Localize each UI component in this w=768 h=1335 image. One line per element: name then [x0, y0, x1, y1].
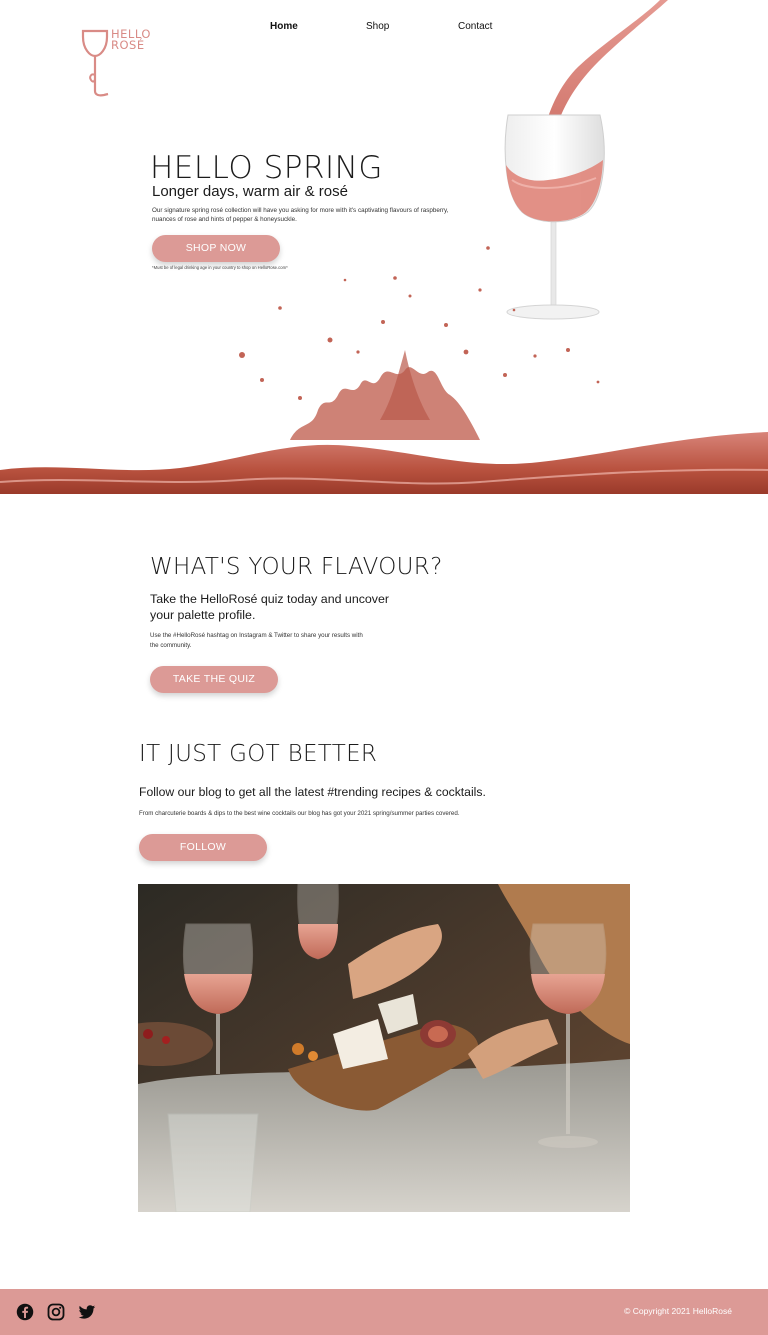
blog-subtitle: Follow our blog to get all the latest #t… — [139, 785, 486, 799]
nav-contact-link[interactable]: Contact — [458, 21, 492, 32]
quiz-subtitle: Take the HelloRosé quiz today and uncove… — [150, 592, 390, 622]
instagram-icon[interactable] — [47, 1303, 65, 1321]
hero-subtitle: Longer days, warm air & rosé — [152, 183, 348, 200]
twitter-icon[interactable] — [78, 1303, 96, 1321]
shop-now-button[interactable]: SHOP NOW — [152, 235, 280, 262]
quiz-description: Use the #HelloRosé hashtag on Instagram … — [150, 632, 363, 649]
blog-title: IT JUST GOT BETTER — [139, 741, 378, 767]
nav-shop-link[interactable]: Shop — [366, 21, 389, 32]
quiz-title: WHAT'S YOUR FLAVOUR? — [150, 554, 443, 580]
follow-button[interactable]: FOLLOW — [139, 834, 267, 861]
footer: © Copyright 2021 HelloRosé — [0, 1289, 768, 1335]
hero-description: Our signature spring rosé collection wil… — [152, 207, 449, 223]
wine-charcuterie-photo — [138, 884, 630, 1212]
facebook-icon[interactable] — [16, 1303, 34, 1321]
nav-home-link[interactable]: Home — [270, 21, 298, 32]
hellorose-logo[interactable]: HELLO ROSÉ — [78, 26, 160, 98]
wine-glass-logo-icon — [81, 29, 109, 97]
copyright-text: © Copyright 2021 HelloRosé — [624, 1306, 732, 1316]
logo-text-rose: ROSÉ — [111, 38, 145, 52]
age-disclaimer: *Must be of legal drinking age in your c… — [152, 265, 288, 270]
hero-title: HELLO SPRING — [150, 150, 383, 186]
take-quiz-button[interactable]: TAKE THE QUIZ — [150, 666, 278, 693]
blog-description: From charcuterie boards & dips to the be… — [139, 810, 460, 817]
